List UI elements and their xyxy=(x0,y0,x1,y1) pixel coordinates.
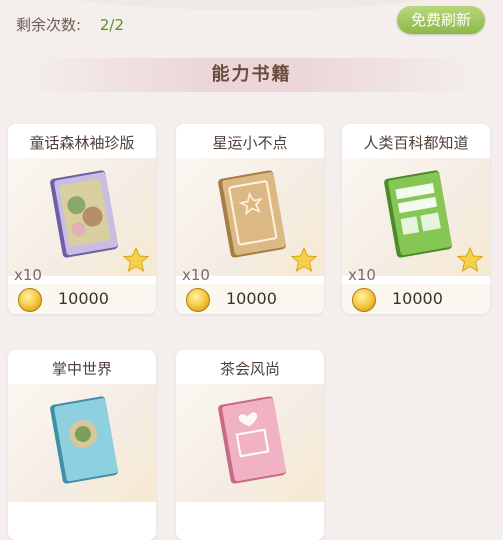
gold-coin-icon xyxy=(186,288,210,312)
free-refresh-button[interactable]: 免费刷新 xyxy=(397,6,485,34)
item-count: x10 xyxy=(182,266,210,284)
shop-item-card[interactable]: 星运小不点 x10 10000 xyxy=(176,124,324,314)
item-title: 人类百科都知道 xyxy=(363,134,469,152)
shop-item-card[interactable]: 人类百科都知道 x10 10000 xyxy=(342,124,490,314)
item-title: 掌中世界 xyxy=(51,360,112,378)
book-icon xyxy=(218,170,286,258)
book-icon xyxy=(50,396,118,484)
book-icon xyxy=(50,170,118,258)
remaining-count: 剩余次数: 2/2 xyxy=(16,14,124,35)
item-title: 茶会风尚 xyxy=(219,360,280,378)
price-row: 10000 xyxy=(342,284,490,314)
price-row: 10000 xyxy=(176,284,324,314)
shop-item-card[interactable]: 掌中世界 xyxy=(8,350,156,540)
remaining-label: 剩余次数: xyxy=(16,16,82,34)
item-price: 10000 xyxy=(392,289,443,308)
item-price: 10000 xyxy=(226,289,277,308)
star-badge-icon xyxy=(290,246,318,273)
book-icon xyxy=(218,396,286,484)
remaining-value: 2/2 xyxy=(99,16,124,34)
book-icon xyxy=(384,170,452,258)
section-title: 能力书籍 xyxy=(0,58,503,92)
star-badge-icon xyxy=(122,246,150,273)
item-title: 星运小不点 xyxy=(212,134,288,152)
item-price: 10000 xyxy=(58,289,109,308)
gold-coin-icon xyxy=(352,288,376,312)
item-count: x10 xyxy=(14,266,42,284)
shop-item-card[interactable]: 童话森林袖珍版 x10 10000 xyxy=(8,124,156,314)
price-row: 10000 xyxy=(8,284,156,314)
item-count: x10 xyxy=(348,266,376,284)
gold-coin-icon xyxy=(18,288,42,312)
star-badge-icon xyxy=(456,246,484,273)
item-title: 童话森林袖珍版 xyxy=(29,134,135,152)
shop-item-card[interactable]: 茶会风尚 xyxy=(176,350,324,540)
